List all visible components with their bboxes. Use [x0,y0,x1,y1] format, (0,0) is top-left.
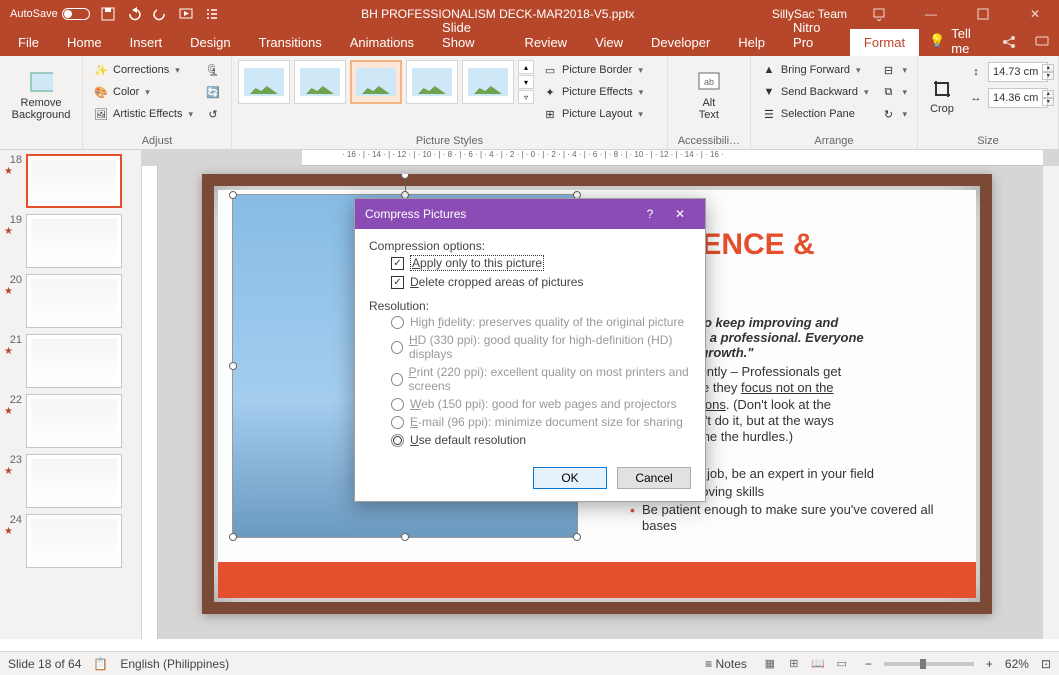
sorter-view-icon[interactable]: ⊞ [783,655,805,673]
language-indicator[interactable]: English (Philippines) [120,657,229,671]
view-buttons: ▦ ⊞ 📖 ▭ [759,655,853,673]
reading-view-icon[interactable]: 📖 [807,655,829,673]
resolution-label: Resolution: [369,299,691,313]
radio-email: E-mail (96 ppi): minimize document size … [369,413,691,431]
radio-hifi: High fidelity: preserves quality of the … [369,313,691,331]
zoom-in-button[interactable]: + [986,657,993,671]
zoom-level[interactable]: 62% [1005,657,1029,671]
compress-pictures-dialog: Compress Pictures ? ✕ Compression option… [354,198,706,502]
dialog-help-icon[interactable]: ? [635,207,665,221]
dialog-title-bar[interactable]: Compress Pictures ? ✕ [355,199,705,229]
spell-check-icon[interactable]: 📋 [93,657,108,671]
apply-only-checkbox[interactable]: ✓ Apply only to this picture [369,253,691,273]
modal-overlay: Compress Pictures ? ✕ Compression option… [0,0,1059,675]
slideshow-view-icon[interactable]: ▭ [831,655,853,673]
dialog-title: Compress Pictures [365,207,635,221]
dialog-body: Compression options: ✓ Apply only to thi… [355,229,705,501]
ok-button[interactable]: OK [533,467,607,489]
radio-hd: HD (330 ppi): good quality for high-defi… [369,331,691,363]
delete-cropped-checkbox[interactable]: ✓ Delete cropped areas of pictures [369,273,691,291]
normal-view-icon[interactable]: ▦ [759,655,781,673]
slide-counter[interactable]: Slide 18 of 64 [8,657,81,671]
radio-web: Web (150 ppi): good for web pages and pr… [369,395,691,413]
dialog-close-icon[interactable]: ✕ [665,207,695,221]
status-bar: Slide 18 of 64 📋 English (Philippines) ≡… [0,651,1059,675]
checkbox-checked-icon: ✓ [391,276,404,289]
notes-button[interactable]: ≡ Notes [705,657,747,671]
checkbox-checked-icon: ✓ [391,257,404,270]
zoom-out-button[interactable]: − [865,657,872,671]
radio-default[interactable]: Use default resolution [369,431,691,449]
zoom-slider[interactable] [884,662,974,666]
cancel-button[interactable]: Cancel [617,467,691,489]
compression-options-label: Compression options: [369,239,691,253]
fit-to-window-icon[interactable]: ⊡ [1041,657,1051,671]
radio-print: Print (220 ppi): excellent quality on mo… [369,363,691,395]
